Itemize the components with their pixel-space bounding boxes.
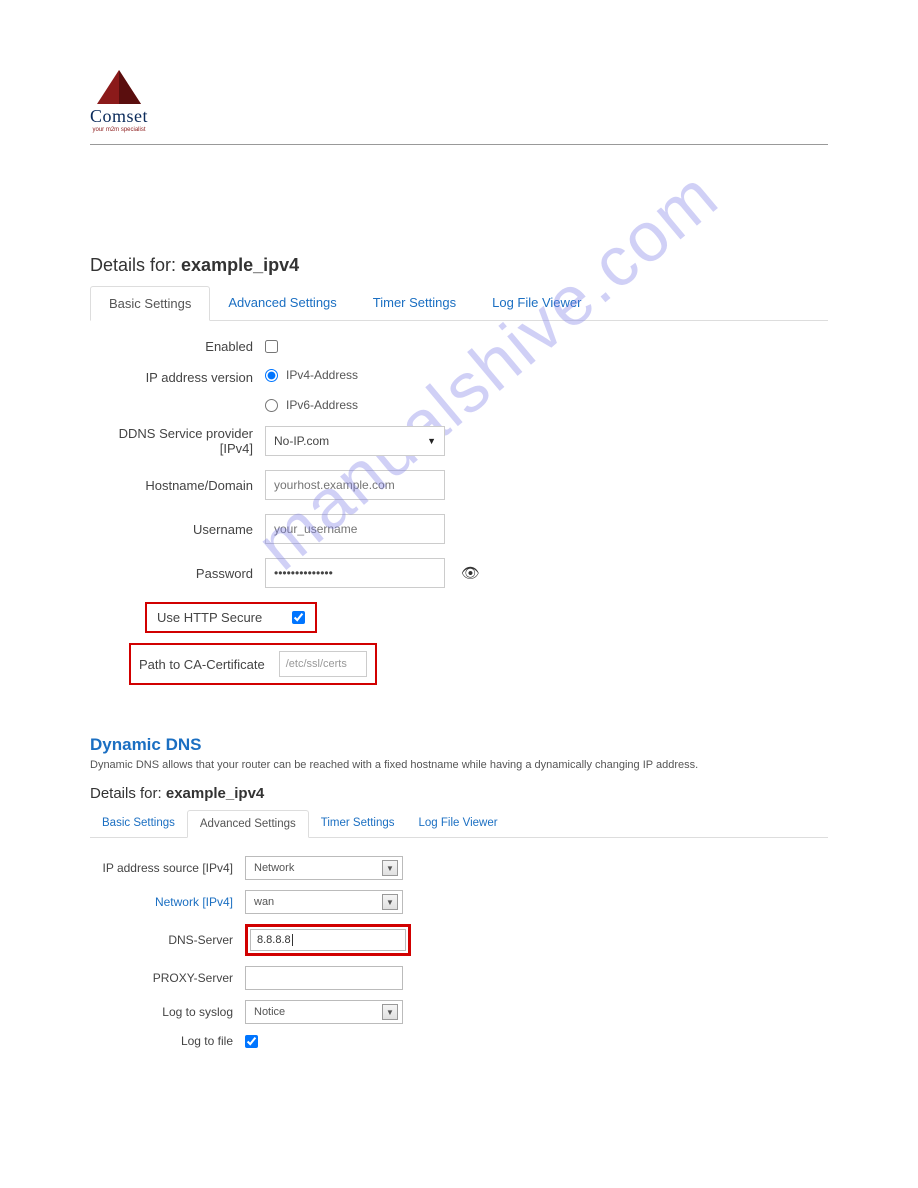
radio-ipv6-label: IPv6-Address [286,398,358,412]
input-password[interactable] [265,558,445,588]
label-ca-cert: Path to CA-Certificate [139,657,265,672]
label-ip-source: IP address source [IPv4] [90,861,245,875]
logo-tagline: your m2m specialist [90,127,148,133]
row-logfile: Log to file [90,1034,828,1048]
panel1-tabs: Basic Settings Advanced Settings Timer S… [90,286,828,321]
label-dns-server: DNS-Server [90,933,245,947]
checkbox-logfile[interactable] [245,1035,258,1048]
label-logfile: Log to file [90,1034,245,1048]
input-proxy[interactable] [245,966,403,990]
input-username[interactable] [265,514,445,544]
label-network[interactable]: Network [IPv4] [90,895,245,909]
panel1-title: Details for: example_ipv4 [90,255,828,276]
radio-ipv4-label: IPv4-Address [286,368,358,382]
chevron-down-icon: ▼ [382,894,398,910]
checkbox-http-secure[interactable] [292,611,305,624]
input-hostname[interactable] [265,470,445,500]
tab2-basic[interactable]: Basic Settings [90,810,187,837]
row-provider: DDNS Service provider [IPv4] No-IP.com ▼ [90,426,828,456]
highlight-http-secure: Use HTTP Secure [145,602,317,633]
label-username: Username [90,522,265,537]
tab-advanced-settings[interactable]: Advanced Settings [210,286,354,320]
label-hostname: Hostname/Domain [90,478,265,493]
radio-ipv4[interactable]: IPv4-Address [265,368,358,382]
label-provider: DDNS Service provider [IPv4] [90,426,265,456]
row-username: Username [90,514,828,544]
row-ip-version: IP address version IPv4-Address IPv6-Add… [90,368,828,412]
row-syslog: Log to syslog Notice ▼ [90,1000,828,1024]
chevron-down-icon: ▼ [427,436,436,446]
tab-basic-settings[interactable]: Basic Settings [90,286,210,321]
select-ip-source-value: Network [254,862,294,874]
label-http-secure: Use HTTP Secure [157,610,262,625]
panel2-tabs: Basic Settings Advanced Settings Timer S… [90,810,828,838]
row-enabled: Enabled [90,339,828,354]
chevron-down-icon: ▼ [382,860,398,876]
label-enabled: Enabled [90,339,265,354]
title-name: example_ipv4 [181,255,299,275]
tab2-advanced[interactable]: Advanced Settings [187,810,309,838]
row-http-secure: Use HTTP Secure [90,602,828,633]
row-ca-cert: Path to CA-Certificate /etc/ssl/certs [90,643,828,685]
checkbox-enabled[interactable] [265,340,278,353]
row-dns-server: DNS-Server 8.8.8.8 [90,924,828,956]
chevron-down-icon: ▼ [382,1004,398,1020]
row-password: Password 👁 [90,558,828,588]
select-provider-value: No-IP.com [274,434,329,448]
input-ca-cert[interactable]: /etc/ssl/certs [279,651,367,677]
panel2-title: Details for: example_ipv4 [90,785,828,802]
select-syslog[interactable]: Notice ▼ [245,1000,403,1024]
highlight-dns-server: 8.8.8.8 [245,924,411,956]
tab2-log[interactable]: Log File Viewer [407,810,510,837]
label-password: Password [90,566,265,581]
panel-basic-settings: Details for: example_ipv4 Basic Settings… [90,255,828,685]
row-proxy: PROXY-Server [90,966,828,990]
row-ip-source: IP address source [IPv4] Network ▼ [90,856,828,880]
select-syslog-value: Notice [254,1006,285,1018]
label-ip-version: IP address version [90,368,265,385]
eye-icon[interactable]: 👁 [461,564,480,582]
highlight-ca-cert: Path to CA-Certificate /etc/ssl/certs [129,643,377,685]
select-ip-source[interactable]: Network ▼ [245,856,403,880]
desc-dynamic-dns: Dynamic DNS allows that your router can … [90,759,828,771]
tab2-timer[interactable]: Timer Settings [309,810,407,837]
input-dns-server[interactable]: 8.8.8.8 [250,929,406,951]
logo-icon [97,70,141,104]
label-syslog: Log to syslog [90,1005,245,1019]
row-network: Network [IPv4] wan ▼ [90,890,828,914]
heading-dynamic-dns: Dynamic DNS [90,735,828,755]
row-hostname: Hostname/Domain [90,470,828,500]
select-provider[interactable]: No-IP.com ▼ [265,426,445,456]
title-name-2: example_ipv4 [166,785,264,802]
title-prefix-2: Details for: [90,785,166,802]
tab-log-file-viewer[interactable]: Log File Viewer [474,286,599,320]
logo-name: Comset [90,106,148,127]
radio-ipv4-input[interactable] [265,369,278,382]
select-network-value: wan [254,896,274,908]
dns-value: 8.8.8.8 [257,934,291,946]
logo: Comset your m2m specialist [90,70,148,133]
radio-ipv6-input[interactable] [265,399,278,412]
page-header: Comset your m2m specialist [90,70,828,145]
cursor-icon [292,934,293,946]
title-prefix: Details for: [90,255,181,275]
label-proxy: PROXY-Server [90,971,245,985]
select-network[interactable]: wan ▼ [245,890,403,914]
tab-timer-settings[interactable]: Timer Settings [355,286,474,320]
panel-dynamic-dns: Dynamic DNS Dynamic DNS allows that your… [90,735,828,1048]
radio-ipv6[interactable]: IPv6-Address [265,398,358,412]
